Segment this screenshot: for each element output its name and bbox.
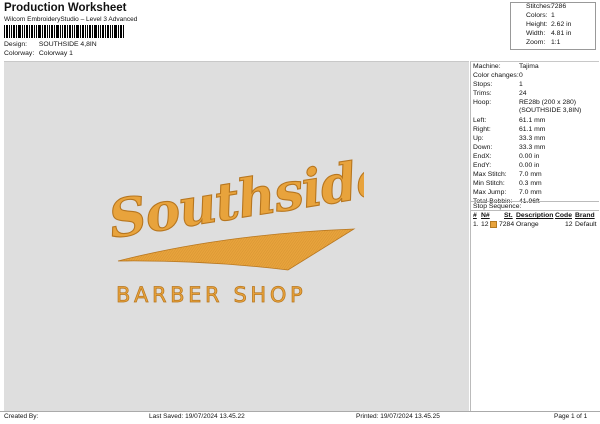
design-block-text: BARBER SHOP (116, 283, 306, 307)
stat-row: Height: 2.62 in (526, 21, 571, 28)
page-title: Production Worksheet (4, 2, 127, 14)
stat-label: Stitches: (526, 3, 553, 10)
property-label: Trims: (473, 90, 492, 97)
property-label: Max Stitch: (473, 171, 507, 178)
stat-value: 1:1 (551, 39, 561, 46)
property-label: Left: (473, 117, 487, 124)
table-cell: 7284 (499, 221, 515, 228)
property-label: Up: (473, 135, 484, 142)
design-value: SOUTHSIDE 4,8IN (38, 41, 97, 48)
stat-label: Zoom: (526, 39, 546, 46)
stat-value: 2.62 in (551, 21, 572, 28)
property-label: Right: (473, 126, 491, 133)
printed-date: Printed: 19/07/2024 13.45.25 (356, 413, 440, 420)
stat-label: Colors: (526, 12, 548, 19)
design-row: Design: SOUTHSIDE 4,8IN (4, 41, 97, 48)
property-value: 24 (519, 90, 527, 97)
property-label: Stops: (473, 81, 493, 88)
table-cell: Orange (516, 221, 539, 228)
stat-label: Width: (526, 30, 546, 37)
property-value: 7.0 mm (519, 171, 542, 178)
color-swatch (490, 221, 497, 228)
property-label: EndX: (473, 153, 492, 160)
property-label: Max Jump: (473, 189, 507, 196)
property-value: Tajima (519, 63, 539, 70)
property-value: RE28b (200 x 280) (519, 99, 577, 106)
stop-sequence-label: Stop Sequence: (473, 203, 522, 210)
stat-value: 4.81 in (551, 30, 572, 37)
colorway-value: Colorway 1 (38, 50, 73, 57)
property-value: 7.0 mm (519, 189, 542, 196)
property-label: Min Stitch: (473, 180, 505, 187)
property-value: 0.00 in (519, 153, 540, 160)
property-value: 61.1 mm (519, 117, 546, 124)
table-cell: 12 (565, 221, 573, 228)
table-cell: Default (575, 221, 597, 228)
stat-row: Stitches:7286 (526, 3, 566, 10)
property-label: Down: (473, 144, 493, 151)
table-cell: 12 (481, 221, 489, 228)
stat-value: 7286 (551, 3, 567, 10)
property-value: 0 (519, 72, 523, 79)
property-value: 41.96ft (519, 198, 540, 206)
column-header: Brand (575, 212, 595, 219)
stat-value: 1 (551, 12, 555, 19)
embroidery-design: Southside BARBER SHOP (104, 146, 364, 307)
column-header: # (473, 212, 477, 219)
colorway-label: Colorway: (4, 50, 35, 57)
footer-divider (0, 411, 600, 412)
property-value: 33.3 mm (519, 135, 546, 142)
column-header: Code (555, 212, 572, 219)
property-label: EndY: (473, 162, 492, 169)
stat-row: Zoom: 1:1 (526, 39, 560, 46)
stat-label: Height: (526, 21, 548, 28)
stat-row: Width: 4.81 in (526, 30, 571, 37)
property-value: 61.1 mm (519, 126, 546, 133)
property-value: 33.3 mm (519, 144, 546, 151)
barcode (4, 25, 124, 38)
software-name: Wilcom EmbroideryStudio – Level 3 Advanc… (4, 16, 138, 23)
colorway-row: Colorway: Colorway 1 (4, 50, 73, 57)
last-saved: Last Saved: 19/07/2024 13.45.22 (149, 413, 245, 420)
property-label: Hoop: (473, 99, 492, 106)
column-header: Description (516, 212, 554, 219)
property-value: (SOUTHSIDE 3,8IN) (519, 107, 582, 114)
property-label: Color changes: (473, 72, 519, 79)
page-number: Page 1 of 1 (554, 413, 588, 420)
property-label: Machine: (473, 63, 501, 70)
divider (470, 210, 599, 211)
table-cell: 1. (473, 221, 479, 228)
divider (470, 201, 599, 202)
column-header: St. (504, 212, 513, 219)
property-value: 0.3 mm (519, 180, 542, 187)
property-value: 0.00 in (519, 162, 540, 169)
created-by: Created By: (4, 413, 39, 420)
column-header: N# (481, 212, 490, 219)
design-label: Design: (4, 41, 28, 48)
property-value: 1 (519, 81, 523, 88)
stat-row: Colors: 1 (526, 12, 555, 19)
